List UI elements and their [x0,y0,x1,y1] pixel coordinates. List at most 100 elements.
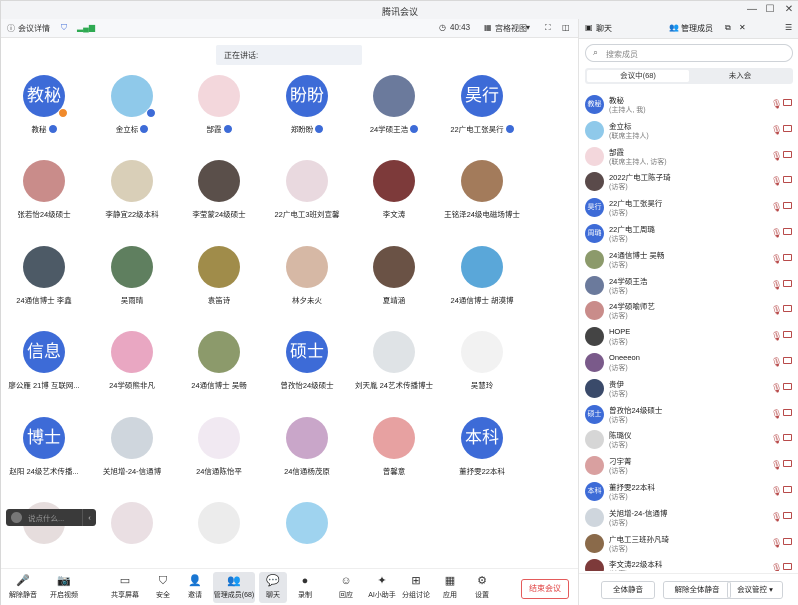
chat-tab-icon[interactable]: ▣ [585,23,593,32]
participant-tile[interactable]: 24通信博士 李鑫 [1,232,89,318]
participant-tile[interactable]: 袁笛诗 [174,232,264,318]
member-row[interactable]: 周璐 22广电工周璐 (访客) 🎙 [579,220,798,247]
mic-muted-icon[interactable]: 🎙 [771,125,782,136]
chevron-down-icon[interactable]: ▾ [526,23,530,32]
member-row[interactable]: 24学硕王浩 (访客) 🎙 [579,272,798,299]
minimize-icon[interactable]: — [745,3,759,17]
mic-muted-icon[interactable]: 🎙 [771,538,782,549]
mic-muted-icon[interactable]: 🎙 [771,305,782,316]
participant-tile[interactable] [1,488,89,568]
camera-off-icon[interactable] [783,486,792,493]
menu-icon[interactable]: ☰ [785,23,792,32]
close-icon[interactable]: ✕ [782,3,796,17]
camera-off-icon[interactable] [783,202,792,210]
mic-muted-icon[interactable]: 🎙 [771,460,782,471]
camera-off-icon[interactable] [783,305,792,313]
participant-tile[interactable]: 张若怡24级硕士 [1,146,89,232]
camera-off-icon[interactable] [783,511,792,519]
camera-off-icon[interactable] [783,434,792,442]
camera-off-icon[interactable] [783,537,792,545]
mic-muted-icon[interactable]: 🎙 [771,254,782,265]
toolbar-button[interactable]: ▦ 应用 [437,572,463,603]
camera-off-icon[interactable] [783,253,792,261]
participant-tile[interactable]: 盼盼 郑盼盼 [262,61,352,147]
mic-muted-icon[interactable]: 🎙 [771,228,782,239]
participant-tile[interactable]: 李静宜22级本科 [87,146,177,232]
mic-muted-icon[interactable]: 🎙 [771,486,782,497]
grid-view-icon[interactable]: ▦ [484,23,492,32]
toolbar-button[interactable]: 👥 管理成员(68) [213,572,255,603]
toolbar-button[interactable]: 📷 开启视频 [45,572,83,603]
mic-muted-icon[interactable]: 🎙 [771,357,782,368]
end-meeting-button[interactable]: 结束会议 [521,579,569,599]
mic-muted-icon[interactable]: 🎙 [771,331,782,342]
camera-off-icon[interactable] [783,279,792,287]
camera-off-icon[interactable] [783,563,792,571]
participant-tile[interactable] [349,488,439,568]
maximize-icon[interactable]: ☐ [763,3,777,17]
sidebar-toggle-icon[interactable]: ◫ [562,23,570,32]
participant-tile[interactable]: 24信通陈怡平 [174,403,264,489]
participant-tile[interactable]: 金立标 [87,61,177,147]
camera-off-icon[interactable] [783,382,792,390]
sidebar-close-icon[interactable]: ✕ [739,23,746,32]
collapse-chevron-icon[interactable]: ‹ [82,509,96,526]
mic-muted-icon[interactable]: 🎙 [771,434,782,445]
member-row[interactable]: 24通信博士 吴畅 (访客) 🎙 [579,246,798,273]
emoji-icon[interactable] [11,512,22,523]
member-row[interactable]: 李文涛22级本科(访客)🎙 [579,555,798,571]
member-row[interactable]: 陈璐仪 (访客) 🎙 [579,426,798,453]
tab-chat[interactable]: 聊天 [596,23,612,34]
mute-all-button[interactable]: 全体静音 [601,581,655,599]
camera-off-icon[interactable] [783,150,792,158]
participant-tile[interactable]: 王铭泽24级电磁场博士 [437,146,527,232]
camera-off-icon[interactable] [783,228,792,235]
participant-tile[interactable] [437,488,527,568]
member-row[interactable]: 昊行 22广电工张昊行 (访客) 🎙 [579,194,798,221]
member-row[interactable]: HOPE (访客) 🎙 [579,323,798,350]
participant-tile[interactable]: 吴慧玲 [437,317,527,403]
camera-off-icon[interactable] [783,460,792,468]
camera-off-icon[interactable] [783,99,792,106]
camera-off-icon[interactable] [783,176,792,184]
participant-tile[interactable]: 李文涛 [349,146,439,232]
mic-muted-icon[interactable]: 🎙 [771,151,782,162]
toolbar-button[interactable]: ⊞ 分组讨论 [401,572,431,603]
participant-tile[interactable]: 关旭增-24-信通博 [87,403,177,489]
toolbar-button[interactable]: 💬 聊天 [259,572,287,603]
member-row[interactable]: 贵伊 (访客) 🎙 [579,375,798,402]
mic-muted-icon[interactable]: 🎙 [771,383,782,394]
participant-tile[interactable]: 刘天胤 24艺术传播博士 [349,317,439,403]
mic-muted-icon[interactable]: 🎙 [771,409,782,420]
mic-muted-icon[interactable]: 🎙 [771,512,782,523]
info-icon[interactable]: ⓘ [7,23,15,34]
member-row[interactable]: 硕士 曾孜怡24级硕士 (访客) 🎙 [579,401,798,428]
toolbar-button[interactable]: ● 录制 [291,572,319,603]
view-switch-button[interactable]: 宫格视图 [495,23,527,34]
tab-members[interactable]: 管理成员 [681,23,713,34]
participant-tile[interactable]: 信息 廖公雁 21博 互联网... [1,317,89,403]
participant-tile[interactable]: 夏靖涵 [349,232,439,318]
camera-off-icon[interactable] [783,408,792,416]
mic-muted-icon[interactable]: 🎙 [771,202,782,213]
mic-muted-icon[interactable]: 🎙 [771,99,782,110]
meeting-control-button[interactable]: 会议管控 ▾ [727,581,783,599]
participant-tile[interactable] [262,488,352,568]
fullscreen-icon[interactable]: ⛶ [545,23,551,33]
participant-tile[interactable] [174,488,264,568]
participant-tile[interactable]: 24学硕熊非凡 [87,317,177,403]
member-row[interactable]: Oneeeon (访客) 🎙 [579,349,798,376]
member-row[interactable]: 广电工三班孙凡琦 (访客) 🎙 [579,530,798,557]
participant-tile[interactable]: 本科 董抒雯22本科 [437,403,527,489]
participant-tile[interactable]: 24学硕王浩 [349,61,439,147]
quick-chat-input[interactable]: 说点什么... ‹ [6,509,96,526]
participant-tile[interactable]: 24通信博士 胡漠博 [437,232,527,318]
member-row[interactable]: 金立标 (联席主持人) 🎙 [579,117,798,144]
mic-muted-icon[interactable]: 🎙 [771,280,782,291]
participant-tile[interactable]: 李莹蒙24级硕士 [174,146,264,232]
participant-tile[interactable]: 曾馨意 [349,403,439,489]
members-tab-icon[interactable]: 👥 [669,23,679,32]
participant-tile[interactable]: 郜霞 [174,61,264,147]
popout-icon[interactable]: ⧉ [725,23,731,33]
toolbar-button[interactable]: ⛉ 安全 [149,572,177,603]
